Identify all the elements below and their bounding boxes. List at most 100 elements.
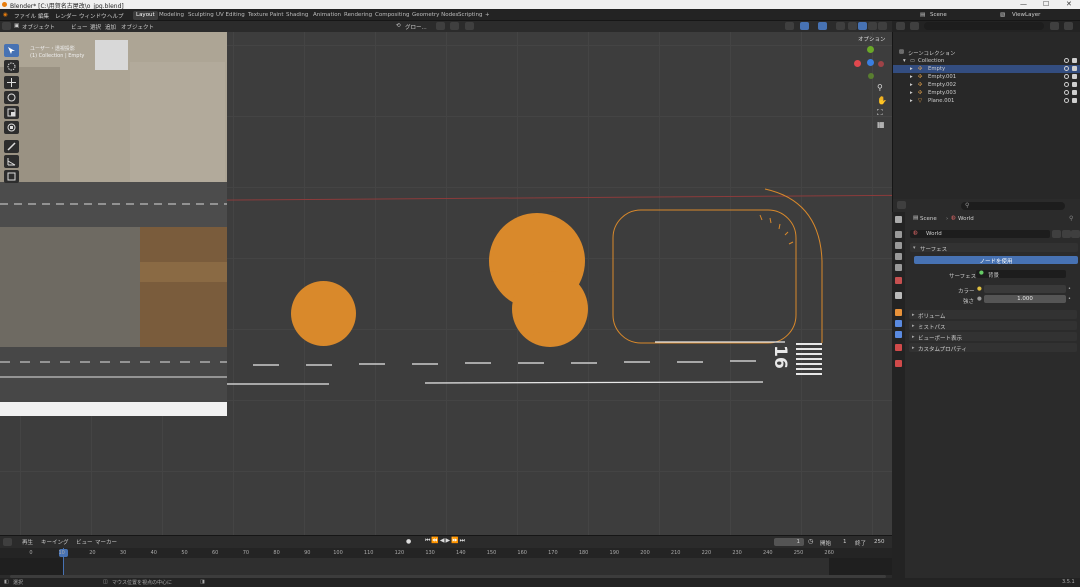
visibility-button[interactable] — [785, 22, 794, 30]
pivot-point-button[interactable] — [436, 22, 445, 30]
physics-tab-icon[interactable] — [895, 331, 902, 338]
view-layer-selector[interactable]: ViewLayer — [1012, 12, 1040, 18]
unlink-world-button[interactable] — [1071, 230, 1080, 238]
menu-window[interactable]: ウィンドウ — [79, 12, 107, 20]
transform-tool[interactable] — [4, 121, 19, 134]
outliner-editor-type-icon[interactable] — [896, 22, 905, 30]
visibility-eye-icon[interactable] — [1064, 90, 1069, 95]
pan-hand-icon[interactable]: ✋ — [877, 96, 887, 105]
custom-properties-section-header[interactable]: ▸ カスタムプロパティ — [909, 343, 1077, 353]
rotate-tool[interactable] — [4, 91, 19, 104]
timeline-editor-type-icon[interactable] — [3, 538, 12, 546]
gizmo-toggle-button[interactable] — [800, 22, 809, 30]
add-workspace-button[interactable]: + — [482, 11, 493, 20]
workspace-tab-texture-paint[interactable]: Texture Paint — [245, 11, 287, 20]
menu-edit[interactable]: 編集 — [38, 12, 49, 20]
constraints-tab-icon[interactable] — [895, 344, 902, 351]
options-button[interactable]: オプション — [858, 35, 886, 43]
workspace-tab-scripting[interactable]: Scripting — [455, 11, 485, 20]
surface-section-header[interactable]: ▾ サーフェス — [910, 243, 1078, 253]
world-tab-icon[interactable] — [895, 277, 902, 284]
collection-tab-icon[interactable] — [895, 292, 902, 299]
workspace-tab-uv-editing[interactable]: UV Editing — [213, 11, 248, 20]
visibility-eye-icon[interactable] — [1064, 66, 1069, 71]
outliner-item[interactable]: ▸ ✣ Empty.001 — [893, 73, 1080, 81]
strength-field[interactable]: 1.000 — [984, 295, 1066, 303]
workspace-tab-rendering[interactable]: Rendering — [341, 11, 375, 20]
visibility-eye-icon[interactable] — [1064, 74, 1069, 79]
clock-icon[interactable]: ◷ — [808, 538, 813, 545]
transform-orientation-selector[interactable]: グロー... — [405, 23, 427, 31]
object-tab-icon[interactable] — [895, 309, 902, 316]
menu-select[interactable]: 選択 — [90, 23, 101, 31]
render-tab-icon[interactable] — [895, 231, 902, 238]
render-camera-icon[interactable] — [1072, 82, 1077, 87]
start-value[interactable]: 1 — [843, 539, 847, 545]
scene-tab-icon[interactable] — [895, 264, 902, 271]
current-frame-field[interactable]: 1 — [774, 538, 804, 546]
keyframe-area[interactable] — [0, 558, 892, 575]
zoom-icon[interactable]: ⚲ — [877, 83, 883, 92]
overlay-toggle-button[interactable] — [818, 22, 827, 30]
menu-render[interactable]: レンダー — [55, 12, 77, 20]
outliner-root[interactable]: ▨ シーンコレクション — [893, 48, 1080, 57]
volume-section-header[interactable]: ▸ ボリューム — [909, 310, 1077, 320]
render-camera-icon[interactable] — [1072, 90, 1077, 95]
workspace-tab-compositing[interactable]: Compositing — [372, 11, 412, 20]
cursor-tool[interactable] — [4, 60, 19, 73]
use-nodes-button[interactable]: ノードを使用 — [914, 256, 1078, 265]
render-camera-icon[interactable] — [1072, 74, 1077, 79]
select-box-tool[interactable] — [4, 44, 19, 57]
visibility-eye-icon[interactable] — [1064, 58, 1069, 63]
workspace-tab-sculpting[interactable]: Sculpting — [185, 11, 217, 20]
workspace-tab-modeling[interactable]: Modeling — [156, 11, 187, 20]
gizmo-y-axis-icon[interactable] — [867, 46, 874, 53]
gizmo-x-axis-icon[interactable] — [854, 60, 861, 67]
scale-tool[interactable] — [4, 106, 19, 119]
annotate-tool[interactable] — [4, 140, 19, 153]
menu-help[interactable]: ヘルプ — [107, 12, 124, 20]
workspace-tab-geometry-nodes[interactable]: Geometry Nodes — [409, 11, 461, 20]
shading-material-button[interactable] — [868, 22, 877, 30]
menu-marker[interactable]: マーカー — [95, 538, 117, 546]
outliner-search-input[interactable] — [924, 22, 1044, 30]
gizmo-neg-y-icon[interactable] — [868, 73, 874, 79]
viewport-display-section-header[interactable]: ▸ ビューポート表示 — [909, 332, 1077, 342]
editor-type-icon[interactable] — [2, 22, 11, 30]
outliner-collection[interactable]: ▾ ▭ Collection — [893, 57, 1080, 65]
workspace-tab-animation[interactable]: Animation — [310, 11, 344, 20]
minimize-button[interactable]: — — [1020, 0, 1027, 8]
scene-selector[interactable]: Scene — [930, 12, 947, 18]
menu-keying[interactable]: キーイング — [41, 538, 69, 546]
reference-image[interactable]: ユーザー・透視投影 (1) Collection | Empty — [0, 32, 227, 416]
move-tool[interactable] — [4, 76, 19, 89]
auto-keying-record-icon[interactable]: ● — [406, 538, 411, 545]
render-camera-icon[interactable] — [1072, 58, 1077, 63]
frame-ruler[interactable] — [0, 548, 892, 558]
duplicate-world-button[interactable] — [1062, 230, 1071, 238]
maximize-button[interactable]: ☐ — [1043, 0, 1049, 8]
fake-user-button[interactable] — [1052, 230, 1061, 238]
camera-view-icon[interactable]: ⛶ — [877, 108, 883, 118]
visibility-eye-icon[interactable] — [1064, 82, 1069, 87]
gizmo-z-axis-icon[interactable] — [867, 59, 874, 66]
workspace-tab-layout[interactable]: Layout — [133, 11, 158, 20]
shading-rendered-button[interactable] — [878, 22, 887, 30]
render-camera-icon[interactable] — [1072, 66, 1077, 71]
outliner-item[interactable]: ▸ ✣ Empty.002 — [893, 81, 1080, 89]
outliner-item[interactable]: ▸ ✣ Empty.003 — [893, 89, 1080, 97]
mode-selector[interactable]: オブジェクト — [22, 23, 55, 31]
output-tab-icon[interactable] — [895, 242, 902, 249]
add-cube-tool[interactable] — [4, 170, 19, 183]
gizmo-neg-x-icon[interactable] — [878, 61, 884, 67]
ortho-grid-icon[interactable]: ▦ — [877, 120, 885, 129]
keyframe-dot-icon[interactable]: • — [1068, 286, 1071, 292]
xray-toggle-button[interactable] — [836, 22, 845, 30]
snap-button[interactable] — [450, 22, 459, 30]
properties-search-input[interactable] — [961, 202, 1065, 210]
filter-button[interactable] — [1050, 22, 1059, 30]
close-button[interactable]: ✕ — [1066, 0, 1072, 8]
blender-menu-icon[interactable]: ◉ — [3, 12, 8, 18]
tool-tab-icon[interactable] — [895, 216, 902, 223]
menu-timeline-view[interactable]: ビュー — [76, 538, 93, 546]
